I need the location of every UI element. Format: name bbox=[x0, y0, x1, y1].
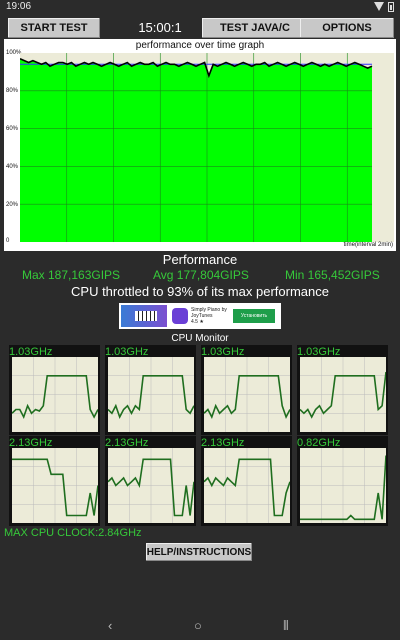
core-graph bbox=[12, 448, 98, 523]
max-cpu-clock: MAX CPU CLOCK:2.84GHz bbox=[4, 527, 142, 539]
performance-area bbox=[20, 58, 372, 242]
y-tick-20: 20% bbox=[6, 202, 19, 208]
status-time: 19:06 bbox=[6, 1, 32, 12]
core-freq: 2.13GHz bbox=[9, 437, 53, 449]
avg-performance: Avg 177,804GIPS bbox=[153, 268, 249, 282]
core-graph bbox=[204, 448, 290, 523]
performance-plot bbox=[20, 53, 394, 242]
throttle-summary: CPU throttled to 93% of its max performa… bbox=[71, 284, 329, 299]
core-freq: 2.13GHz bbox=[201, 437, 245, 449]
status-icons bbox=[374, 2, 394, 12]
graph-title: performance over time graph bbox=[135, 40, 265, 51]
core-graph bbox=[204, 357, 290, 432]
test-timer: 15:00:1 bbox=[138, 20, 182, 35]
y-tick-40: 40% bbox=[6, 164, 19, 170]
navigation-bar: ‹ ○ ⦀ bbox=[0, 612, 400, 640]
cpu-core-3: 1.03GHz bbox=[201, 345, 292, 435]
help-instructions-button[interactable]: HELP/INSTRUCTIONS bbox=[146, 543, 252, 561]
performance-heading: Performance bbox=[162, 252, 238, 267]
wifi-icon bbox=[374, 2, 384, 11]
y-tick-0: 0 bbox=[6, 238, 10, 244]
cpu-core-1: 1.03GHz bbox=[9, 345, 100, 435]
cpu-core-5: 2.13GHz bbox=[9, 436, 100, 526]
ad-app-name: Simply Piano by JoyTunes bbox=[191, 307, 227, 319]
battery-icon bbox=[388, 2, 394, 12]
core-freq: 1.03GHz bbox=[297, 346, 341, 358]
ad-text: Simply Piano by JoyTunes 4.5 ★ bbox=[191, 307, 231, 325]
ad-install-button[interactable]: Установить bbox=[233, 309, 275, 323]
home-icon[interactable]: ○ bbox=[194, 618, 202, 633]
ad-banner[interactable]: Simply Piano by JoyTunes 4.5 ★ Установит… bbox=[119, 303, 281, 329]
recents-icon[interactable]: ⦀ bbox=[283, 618, 289, 634]
performance-graph: performance over time graph 100% 80% 60%… bbox=[4, 39, 396, 251]
core-graph bbox=[300, 357, 386, 432]
core-graph bbox=[12, 357, 98, 432]
core-freq: 1.03GHz bbox=[105, 346, 149, 358]
core-graph bbox=[108, 357, 194, 432]
core-graph bbox=[108, 448, 194, 523]
cpu-core-2: 1.03GHz bbox=[105, 345, 196, 435]
core-graph bbox=[300, 448, 386, 523]
cpu-core-8: 0.82GHz bbox=[297, 436, 388, 526]
y-tick-60: 60% bbox=[6, 126, 19, 132]
y-tick-80: 80% bbox=[6, 88, 19, 94]
start-test-button[interactable]: START TEST bbox=[8, 18, 100, 38]
app-icon bbox=[172, 308, 188, 324]
test-java-button[interactable]: TEST JAVA/C bbox=[202, 18, 308, 38]
options-button[interactable]: OPTIONS bbox=[300, 18, 394, 38]
ad-piano-image bbox=[121, 305, 167, 327]
min-performance: Min 165,452GIPS bbox=[285, 268, 380, 282]
ad-rating: 4.5 ★ bbox=[191, 319, 204, 325]
core-freq: 1.03GHz bbox=[9, 346, 53, 358]
core-freq: 0.82GHz bbox=[297, 437, 341, 449]
max-performance: Max 187,163GIPS bbox=[22, 268, 121, 282]
cpu-core-6: 2.13GHz bbox=[105, 436, 196, 526]
back-icon[interactable]: ‹ bbox=[108, 618, 112, 633]
core-freq: 1.03GHz bbox=[201, 346, 245, 358]
x-axis-label: time(interval 2min) bbox=[343, 242, 393, 248]
status-bar: 19:06 bbox=[0, 0, 400, 14]
cpu-core-7: 2.13GHz bbox=[201, 436, 292, 526]
cpu-core-4: 1.03GHz bbox=[297, 345, 388, 435]
cpu-monitor-title: CPU Monitor bbox=[171, 333, 229, 344]
core-freq: 2.13GHz bbox=[105, 437, 149, 449]
